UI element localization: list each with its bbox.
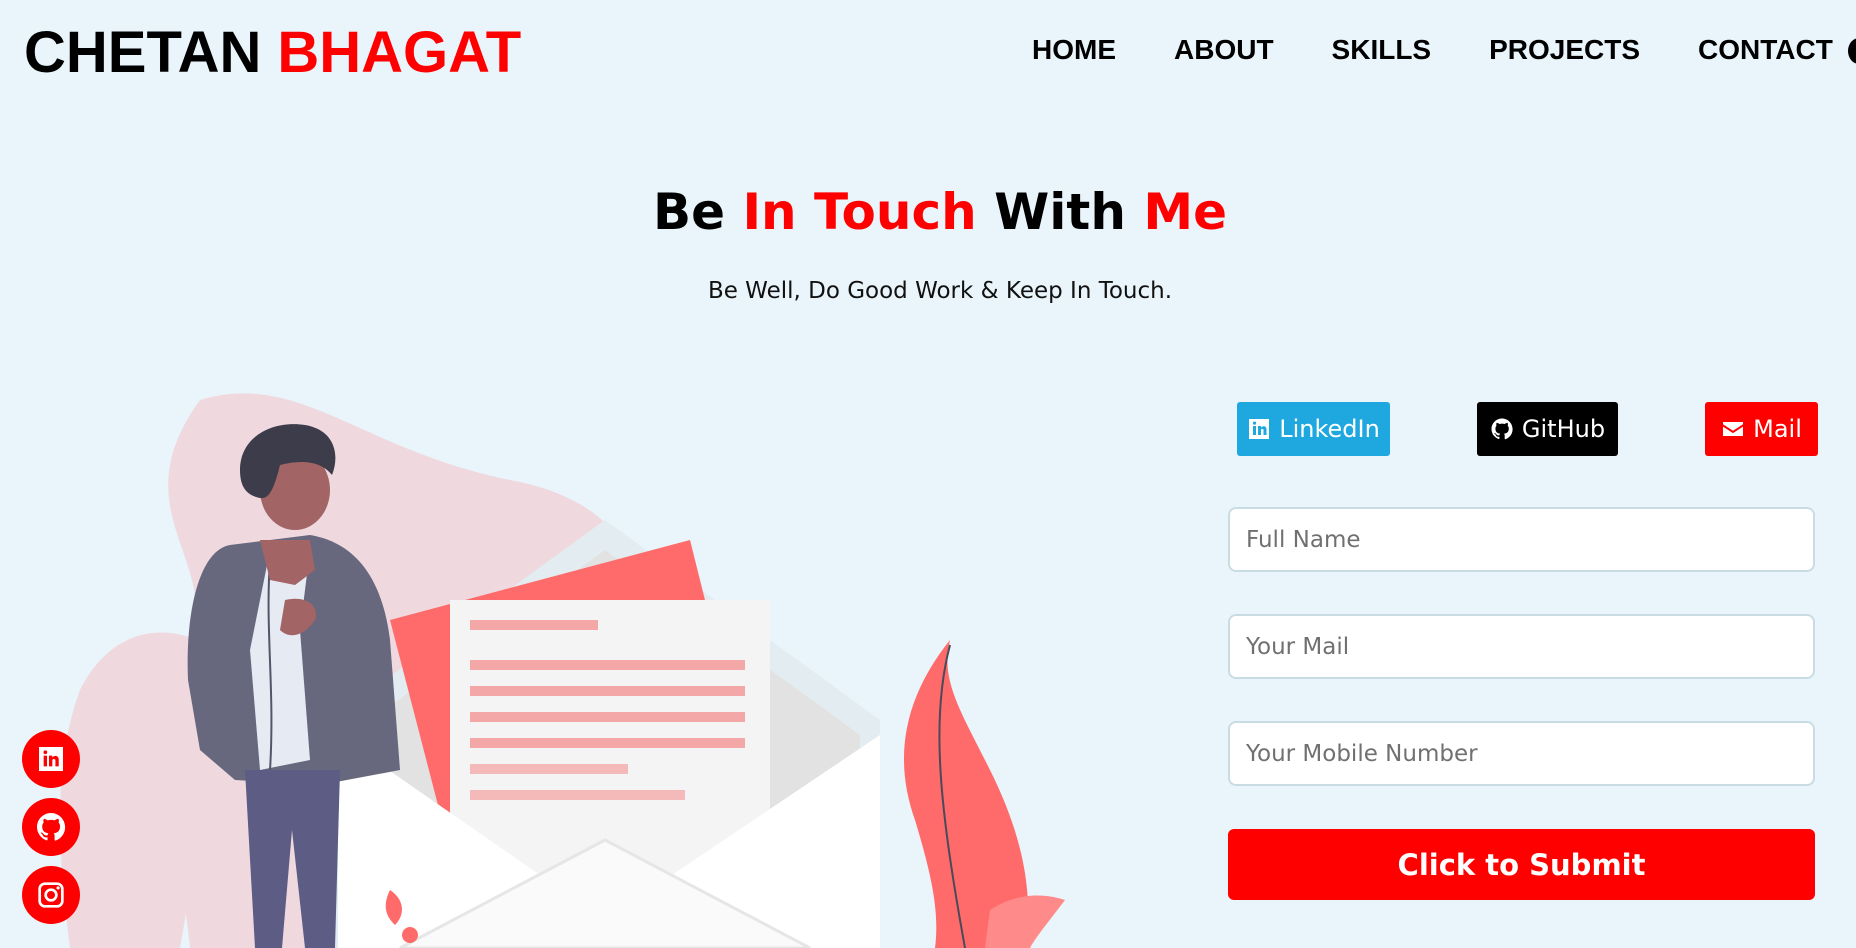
title-part-in-touch: In Touch xyxy=(742,183,977,241)
github-icon xyxy=(1491,418,1513,440)
nav-projects[interactable]: PROJECTS xyxy=(1489,32,1640,68)
envelope-icon xyxy=(1723,422,1744,436)
mobile-number-input[interactable] xyxy=(1228,721,1815,786)
submit-button[interactable]: Click to Submit xyxy=(1228,829,1815,900)
linkedin-button[interactable]: LinkedIn xyxy=(1237,402,1390,456)
brand-logo[interactable]: CHETAN BHAGAT xyxy=(24,22,521,84)
navbar: CHETAN BHAGAT HOME ABOUT SKILLS PROJECTS … xyxy=(0,0,1856,104)
title-part-with: With xyxy=(994,183,1126,241)
sidebar-linkedin-link[interactable] xyxy=(22,730,80,788)
linkedin-label: LinkedIn xyxy=(1279,415,1380,443)
title-part-be: Be xyxy=(652,183,726,241)
instagram-icon xyxy=(38,882,64,908)
github-label: GitHub xyxy=(1521,415,1606,443)
github-icon xyxy=(37,813,66,841)
page-title: Be In Touch With Me xyxy=(0,180,1856,244)
page-subtitle: Be Well, Do Good Work & Keep In Touch. xyxy=(707,278,1173,304)
sidebar-instagram-link[interactable] xyxy=(22,866,80,924)
nav-menu: HOME ABOUT SKILLS PROJECTS CONTACT xyxy=(1032,32,1856,68)
mail-label: Mail xyxy=(1753,415,1802,443)
brand-first-name: CHETAN xyxy=(24,20,262,85)
nav-skills[interactable]: SKILLS xyxy=(1332,32,1432,68)
linkedin-icon xyxy=(39,747,63,771)
sidebar-github-link[interactable] xyxy=(22,798,80,856)
nav-contact[interactable]: CONTACT xyxy=(1698,32,1833,68)
github-button[interactable]: GitHub xyxy=(1477,402,1618,456)
full-name-input[interactable] xyxy=(1228,507,1815,572)
contact-illustration xyxy=(60,393,1065,948)
nav-home[interactable]: HOME xyxy=(1032,32,1116,68)
nav-about[interactable]: ABOUT xyxy=(1174,32,1274,68)
brand-last-name: BHAGAT xyxy=(277,20,522,85)
mail-button[interactable]: Mail xyxy=(1705,402,1818,456)
email-input[interactable] xyxy=(1228,614,1815,679)
linkedin-icon xyxy=(1249,419,1270,439)
title-part-me: Me xyxy=(1143,183,1228,241)
